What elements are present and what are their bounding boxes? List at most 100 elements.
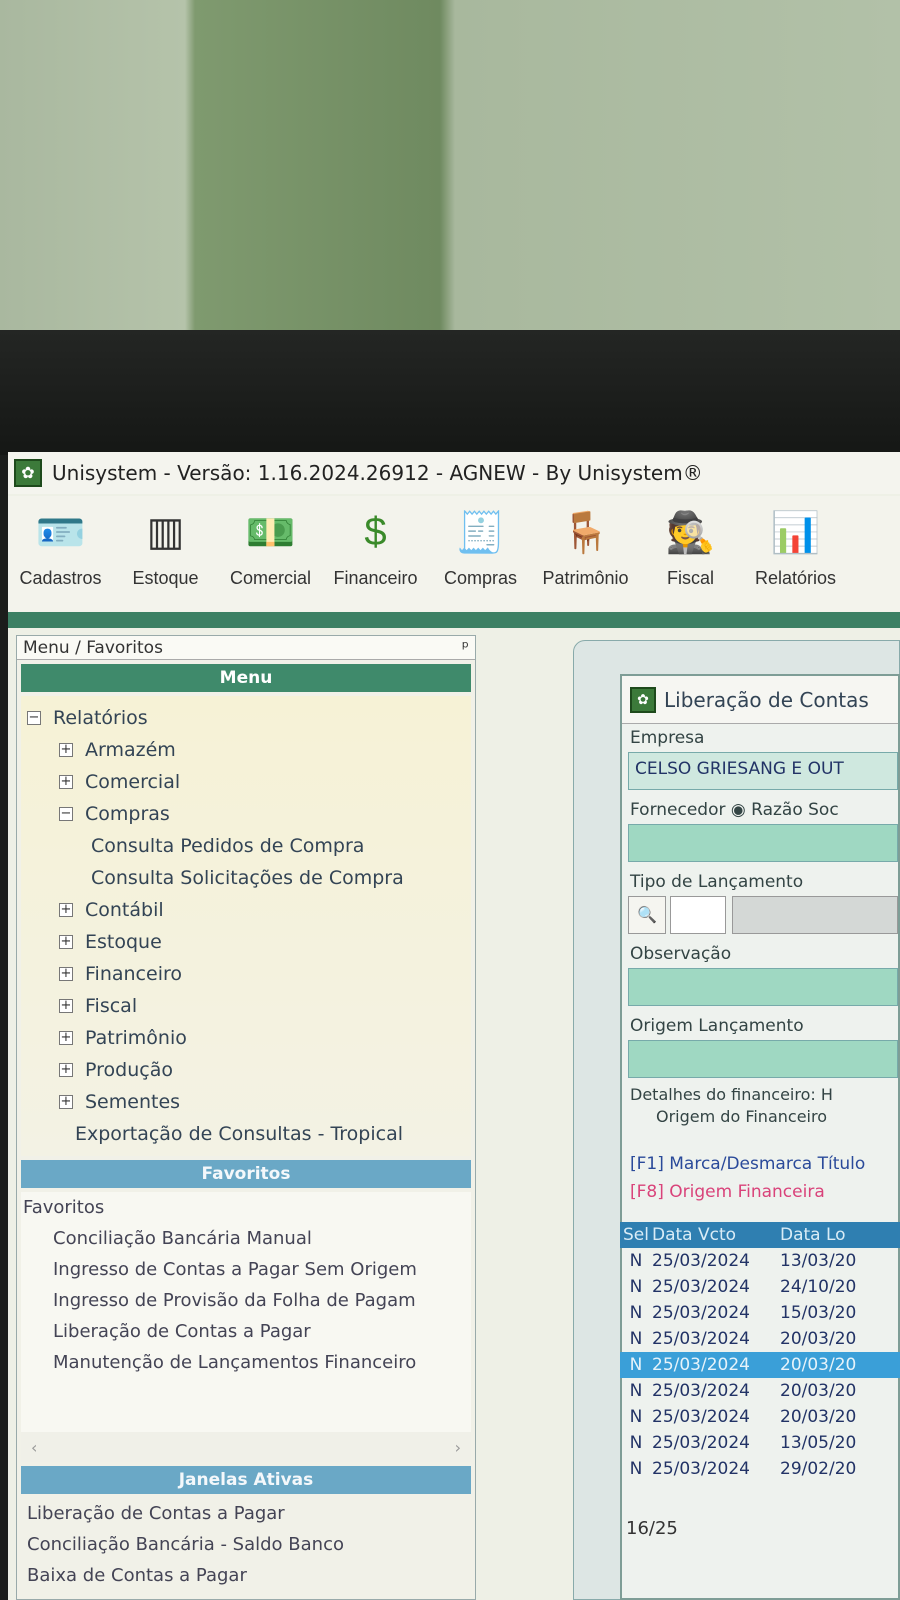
favorite-item[interactable]: Ingresso de Provisão da Folha de Pagam (21, 1285, 471, 1316)
col-data-lanc[interactable]: Data Lo (780, 1225, 900, 1245)
expand-icon[interactable]: + (59, 1095, 73, 1109)
collapse-icon[interactable]: − (59, 807, 73, 821)
grid-cell: N (629, 1433, 643, 1453)
expand-icon[interactable]: + (59, 743, 73, 757)
favorite-item[interactable]: Liberação de Contas a Pagar (21, 1316, 471, 1347)
origem-field[interactable] (628, 1040, 898, 1078)
tree-item[interactable]: − Relatórios (21, 702, 471, 734)
empresa-field[interactable]: CELSO GRIESANG E OUT (628, 752, 898, 790)
favorite-item[interactable]: Manutenção de Lançamentos Financeiro (21, 1347, 471, 1378)
expand-icon[interactable]: + (59, 935, 73, 949)
radio-icon[interactable]: ◉ (731, 800, 746, 820)
toolbar-financeiro[interactable]: $ Financeiro (323, 496, 428, 614)
toolbar-fiscal[interactable]: 🕵 Fiscal (638, 496, 743, 614)
tree-item[interactable]: + Armazém (21, 734, 471, 766)
active-window-item[interactable]: Baixa de Contas a Pagar (21, 1560, 471, 1591)
grid-row[interactable]: N 25/03/2024 20/03/20 (620, 1378, 900, 1404)
tree-item-label: Consulta Pedidos de Compra (91, 835, 365, 857)
record-count: 16/25 (626, 1518, 678, 1539)
observacao-field[interactable] (628, 968, 898, 1006)
tree-item[interactable]: + Comercial (21, 766, 471, 798)
tree-item-label: Contábil (85, 899, 164, 921)
grid-cell: 25/03/2024 (652, 1355, 750, 1375)
expand-icon[interactable]: + (59, 903, 73, 917)
grid-cell: 25/03/2024 (652, 1381, 750, 1401)
grid-cell: 25/03/2024 (652, 1407, 750, 1427)
tree-item[interactable]: − Compras (21, 798, 471, 830)
collapse-icon[interactable]: − (27, 711, 41, 725)
main-toolbar: 🪪 Cadastros ▥ Estoque 💵 Comercial $ Financei… (8, 496, 900, 614)
favorites-root[interactable]: Favoritos (21, 1192, 471, 1223)
grid-cell: 13/03/20 (780, 1251, 857, 1271)
tree-item[interactable]: Consulta Pedidos de Compra (21, 830, 471, 862)
tree-item-label: Compras (85, 803, 170, 825)
active-window-item[interactable]: Conciliação Bancária - Saldo Banco (21, 1529, 471, 1560)
favorite-item[interactable]: Conciliação Bancária Manual (21, 1223, 471, 1254)
tree-item-label: Estoque (85, 931, 162, 953)
tree-item[interactable]: + Patrimônio (21, 1022, 471, 1054)
menu-favorites-panel: Menu / Favoritos ᵖ Menu − Relatórios + Armaz… (16, 635, 476, 1600)
toolbar-relatorios[interactable]: 📊 Relatórios (743, 496, 848, 614)
grid-row[interactable]: N 25/03/2024 15/03/20 (620, 1300, 900, 1326)
grid-row[interactable]: N 25/03/2024 13/05/20 (620, 1430, 900, 1456)
pin-icon[interactable]: ᵖ (462, 638, 469, 658)
toolbar-cadastros[interactable]: 🪪 Cadastros (8, 496, 113, 614)
horizontal-scrollbar[interactable]: ‹ › (21, 1432, 471, 1462)
tipo-desc-field[interactable] (732, 896, 898, 934)
active-windows-header: Janelas Ativas (21, 1466, 471, 1494)
tipo-code-field[interactable] (670, 896, 726, 934)
search-icon[interactable]: 🔍 (628, 896, 666, 934)
grid-cell: 20/03/20 (780, 1329, 857, 1349)
screen: ✿ Unisystem - Versão: 1.16.2024.26912 - … (8, 452, 900, 1600)
tree-item[interactable]: + Sementes (21, 1086, 471, 1118)
fornecedor-field[interactable] (628, 824, 898, 862)
f8-hint: [F8] Origem Financeira (630, 1182, 825, 1202)
detalhes-label: Detalhes do financeiro: H (630, 1085, 833, 1104)
tree-item[interactable]: Consulta Solicitações de Compra (21, 862, 471, 894)
grid-row[interactable]: N 25/03/2024 29/02/20 (620, 1456, 900, 1482)
grid-cell: 25/03/2024 (652, 1433, 750, 1453)
grid-cell: 20/03/20 (780, 1355, 857, 1375)
tree-item[interactable]: Exportação de Consultas - Tropical (21, 1118, 471, 1150)
active-window-item[interactable]: Liberação de Contas a Pagar (21, 1498, 471, 1529)
origem-financeiro-label: Origem do Financeiro (656, 1107, 827, 1126)
grid-row[interactable]: N 25/03/2024 13/03/20 (620, 1248, 900, 1274)
observacao-label: Observação (630, 944, 732, 964)
window-title: Unisystem - Versão: 1.16.2024.26912 - AG… (52, 461, 703, 485)
grid-cell: N (629, 1355, 643, 1375)
tree-item[interactable]: + Financeiro (21, 958, 471, 990)
col-sel[interactable]: Sel (620, 1225, 652, 1245)
grid-row[interactable]: N 25/03/2024 20/03/20 (620, 1352, 900, 1378)
favorite-item[interactable]: Ingresso de Contas a Pagar Sem Origem (21, 1254, 471, 1285)
toolbar-estoque[interactable]: ▥ Estoque (113, 496, 218, 614)
tree-item[interactable]: + Contábil (21, 894, 471, 926)
expand-icon[interactable]: + (59, 967, 73, 981)
grid-row[interactable]: N 25/03/2024 24/10/20 (620, 1274, 900, 1300)
money-icon: 💵 (245, 510, 296, 555)
scroll-right-icon[interactable]: › (455, 1438, 461, 1457)
tree-item[interactable]: + Produção (21, 1054, 471, 1086)
expand-icon[interactable]: + (59, 1063, 73, 1077)
tree-item-label: Armazém (85, 739, 176, 761)
monitor-bezel (0, 330, 900, 455)
col-data-vcto[interactable]: Data Vcto (652, 1225, 780, 1245)
grid-cell: 25/03/2024 (652, 1251, 750, 1271)
tree-item[interactable]: + Estoque (21, 926, 471, 958)
expand-icon[interactable]: + (59, 775, 73, 789)
tree-item[interactable]: + Fiscal (21, 990, 471, 1022)
grid-cell: N (629, 1277, 643, 1297)
expand-icon[interactable]: + (59, 1031, 73, 1045)
toolbar-separator (8, 612, 900, 628)
scroll-left-icon[interactable]: ‹ (31, 1438, 37, 1457)
origem-label: Origem Lançamento (630, 1016, 804, 1036)
grid-row[interactable]: N 25/03/2024 20/03/20 (620, 1404, 900, 1430)
check-document-icon: 🧾 (455, 510, 506, 555)
toolbar-patrimonio[interactable]: 🪑 Patrimônio (533, 496, 638, 614)
tree-item-label: Patrimônio (85, 1027, 187, 1049)
panel-title: Menu / Favoritos ᵖ (17, 636, 475, 660)
expand-icon[interactable]: + (59, 999, 73, 1013)
grid-row[interactable]: N 25/03/2024 20/03/20 (620, 1326, 900, 1352)
grid-cell: 25/03/2024 (652, 1459, 750, 1479)
toolbar-comercial[interactable]: 💵 Comercial (218, 496, 323, 614)
toolbar-compras[interactable]: 🧾 Compras (428, 496, 533, 614)
